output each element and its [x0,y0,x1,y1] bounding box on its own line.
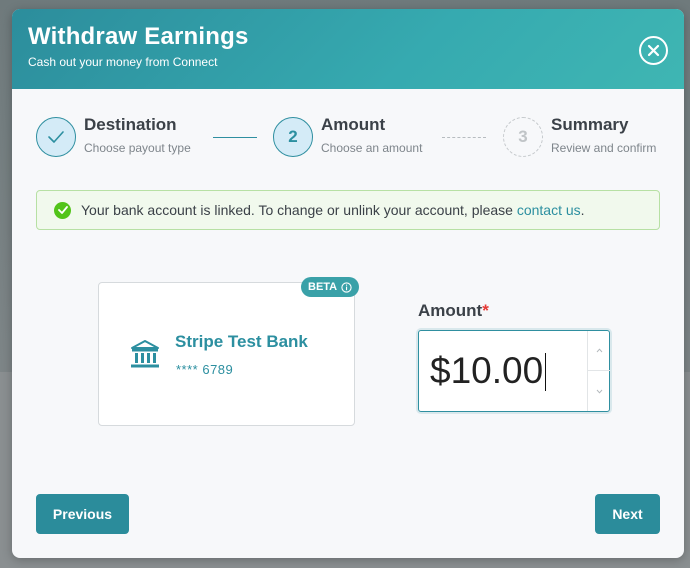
close-icon [647,44,660,57]
amount-label-text: Amount [418,301,483,320]
amount-input[interactable] [420,332,586,410]
decrement-button[interactable] [588,371,610,411]
bank-account-card[interactable]: BETA Stripe Test Bank **** 6789 [98,277,360,426]
step-connector-pending [442,137,486,138]
alert-text: Your bank account is linked. To change o… [81,202,517,218]
required-mark: * [482,301,489,320]
step-3-circle: 3 [503,117,543,157]
check-circle-icon [54,201,71,219]
step-subtitle: Choose payout type [84,141,191,155]
alert-suffix: . [580,202,585,218]
info-icon[interactable] [341,281,352,293]
close-button[interactable] [639,36,668,65]
bank-account-number: **** 6789 [176,362,234,377]
step-summary: Summary Review and confirm [551,115,656,155]
step-subtitle: Review and confirm [551,141,657,155]
increment-button[interactable] [588,331,610,371]
progress-stepper: Destination Choose payout type 2 Amount … [36,115,666,159]
step-title: Summary [551,115,629,134]
step-destination: Destination Choose payout type [84,115,191,155]
modal-subtitle: Cash out your money from Connect [28,55,218,69]
step-2-circle: 2 [273,117,313,157]
step-amount: Amount Choose an amount [321,115,422,155]
modal-header: Withdraw Earnings Cash out your money fr… [12,9,684,89]
bank-icon [131,340,159,368]
beta-badge: BETA [301,277,360,297]
chevron-down-icon [596,389,602,394]
amount-spinner [587,331,610,411]
previous-button[interactable]: Previous [36,494,129,534]
amount-field [418,330,610,412]
check-icon [48,131,64,143]
text-caret [545,353,546,391]
step-subtitle: Choose an amount [321,141,423,155]
next-button[interactable]: Next [595,494,660,534]
step-1-circle [36,117,76,157]
modal-title: Withdraw Earnings [28,23,249,50]
beta-label: BETA [308,281,338,293]
contact-us-link[interactable]: contact us [517,202,581,218]
amount-label: Amount* [418,301,489,321]
withdraw-modal: Withdraw Earnings Cash out your money fr… [12,9,684,558]
step-connector-complete [213,137,257,138]
step-title: Destination [84,115,177,134]
bank-linked-alert: Your bank account is linked. To change o… [36,190,660,230]
chevron-up-icon [596,348,602,353]
step-title: Amount [321,115,386,134]
bank-name: Stripe Test Bank [175,332,308,351]
